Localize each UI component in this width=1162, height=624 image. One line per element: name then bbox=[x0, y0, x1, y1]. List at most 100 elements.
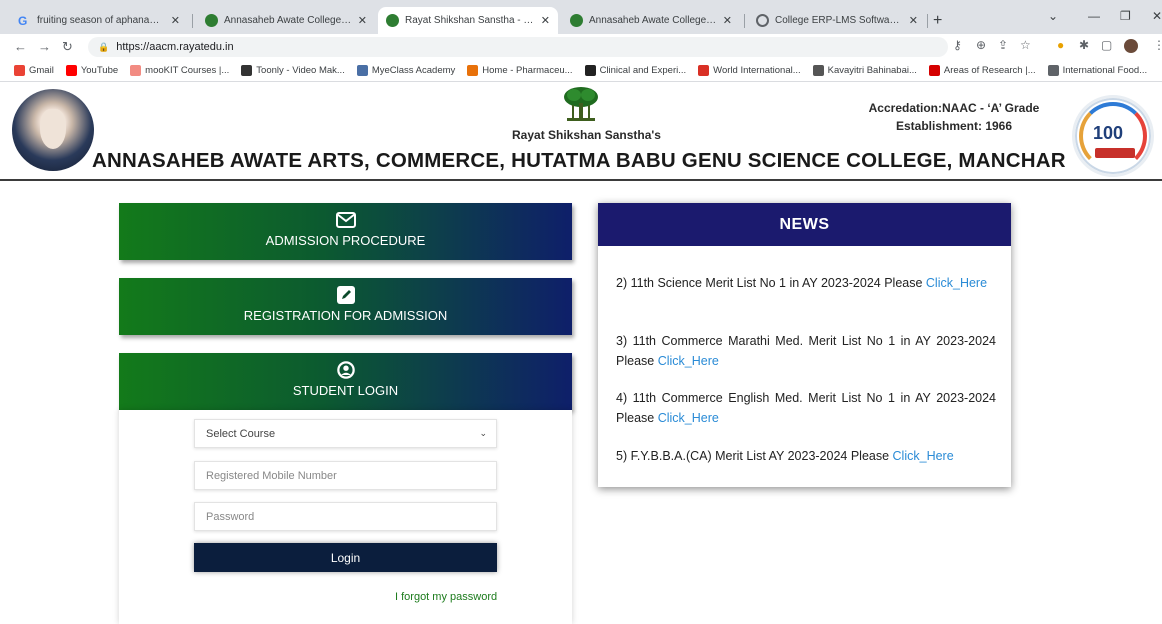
gmail-icon bbox=[14, 65, 25, 76]
bookmark-label: Home - Pharmaceu... bbox=[482, 65, 573, 76]
toonly-icon bbox=[241, 65, 253, 76]
restore-icon[interactable]: ❐ bbox=[1120, 9, 1131, 23]
share-icon[interactable]: ⇪ bbox=[998, 38, 1008, 52]
click-here-link[interactable]: Click_Here bbox=[658, 354, 719, 368]
registration-label: REGISTRATION FOR ADMISSION bbox=[243, 308, 448, 323]
lock-icon: 🔒 bbox=[98, 41, 110, 52]
browser-tab-5[interactable]: College ERP-LMS Software :: KBP ✕ bbox=[748, 7, 926, 34]
bookmark-item[interactable]: Areas of Research |... bbox=[928, 65, 1036, 76]
tab-separator bbox=[927, 14, 928, 28]
close-tab-icon[interactable]: ✕ bbox=[541, 14, 550, 27]
pharma-icon bbox=[467, 65, 479, 76]
bookmark-label: International Food... bbox=[1062, 65, 1148, 76]
extensions-puzzle-icon[interactable]: ✱ bbox=[1079, 38, 1089, 52]
url-input[interactable]: 🔒 https://aacm.rayatedu.in bbox=[88, 37, 948, 57]
bookmarks-bar: Gmail YouTube mooKIT Courses |... Toonly - … bbox=[0, 60, 1162, 82]
kavayitri-icon bbox=[812, 65, 824, 76]
tab-search-icon[interactable]: ⌄ bbox=[1048, 9, 1058, 23]
password-placeholder: Password bbox=[206, 510, 255, 523]
click-here-link[interactable]: Click_Here bbox=[893, 449, 954, 463]
admission-procedure-label: ADMISSION PROCEDURE bbox=[265, 233, 426, 248]
tab-title: Rayat Shikshan Sanstha - Satara bbox=[405, 15, 535, 26]
registration-for-admission-button[interactable]: REGISTRATION FOR ADMISSION bbox=[119, 278, 572, 335]
browser-tab-2[interactable]: Annasaheb Awate College | Man ✕ bbox=[197, 7, 375, 34]
close-tab-icon[interactable]: ✕ bbox=[723, 14, 732, 27]
admission-procedure-button[interactable]: ADMISSION PROCEDURE bbox=[119, 203, 572, 260]
edit-pencil-icon bbox=[336, 286, 355, 304]
google-icon: G bbox=[18, 14, 28, 28]
bookmark-item[interactable]: YouTube bbox=[65, 65, 119, 76]
password-field[interactable]: Password bbox=[194, 502, 497, 531]
tab-separator bbox=[192, 14, 193, 28]
new-tab-icon[interactable]: + bbox=[933, 12, 942, 30]
reload-icon[interactable]: ↻ bbox=[62, 39, 73, 55]
course-select-value: Select Course bbox=[206, 427, 276, 440]
bookmark-label: mooKIT Courses |... bbox=[145, 65, 230, 76]
site-header: Rayat Shikshan Sanstha's Accredation:NAA… bbox=[0, 83, 1162, 180]
bookmark-item[interactable]: World International... bbox=[698, 65, 801, 76]
login-button[interactable]: Login bbox=[194, 543, 497, 572]
tree-favicon-icon bbox=[570, 14, 583, 27]
chevron-down-icon: ⌄ bbox=[479, 428, 487, 438]
bookmark-label: Gmail bbox=[29, 65, 54, 76]
bookmark-label: Kavayitri Bahinabai... bbox=[827, 65, 917, 76]
bookmark-label: Areas of Research |... bbox=[943, 65, 1036, 76]
bookmark-item[interactable]: Kavayitri Bahinabai... bbox=[812, 65, 917, 76]
password-key-icon[interactable]: ⚷ bbox=[953, 38, 962, 52]
bookmark-item[interactable]: MyeClass Academy bbox=[356, 65, 456, 76]
news-item-text: 5) F.Y.B.B.A.(CA) Merit List AY 2023-202… bbox=[616, 449, 893, 463]
browser-tab-1[interactable]: G fruiting season of aphanamixis p ✕ bbox=[10, 7, 188, 34]
close-tab-icon[interactable]: ✕ bbox=[909, 14, 918, 27]
college-name: ANNASAHEB AWATE ARTS, COMMERCE, HUTATMA … bbox=[92, 149, 1066, 172]
mobile-number-placeholder: Registered Mobile Number bbox=[206, 469, 337, 482]
bookmark-item[interactable]: mooKIT Courses |... bbox=[130, 65, 229, 76]
tab-title: Annasaheb Awate College | Man bbox=[589, 15, 717, 26]
bookmark-item[interactable]: Gmail bbox=[14, 65, 54, 76]
profile-avatar[interactable] bbox=[1124, 39, 1138, 53]
course-select[interactable]: Select Course ⌄ bbox=[194, 419, 497, 448]
zoom-icon[interactable]: ⊕ bbox=[976, 38, 986, 52]
extension-icon[interactable]: ● bbox=[1057, 38, 1064, 52]
badge-number: 100 bbox=[1093, 123, 1124, 143]
bookmark-label: MyeClass Academy bbox=[371, 65, 456, 76]
mobile-number-field[interactable]: Registered Mobile Number bbox=[194, 461, 497, 490]
sanstha-name: Rayat Shikshan Sanstha's bbox=[512, 128, 661, 142]
address-bar-row: ← → ↻ 🔒 https://aacm.rayatedu.in bbox=[0, 34, 1162, 60]
side-panel-icon[interactable]: ▢ bbox=[1101, 38, 1112, 52]
bookmark-label: YouTube bbox=[80, 65, 119, 76]
bookmark-item[interactable]: Toonly - Video Mak... bbox=[241, 65, 345, 76]
forward-icon[interactable]: → bbox=[38, 39, 51, 54]
click-here-link[interactable]: Click_Here bbox=[926, 276, 987, 290]
tab-separator bbox=[744, 14, 745, 28]
news-item: 2) 11th Science Merit List No 1 in AY 20… bbox=[616, 273, 996, 293]
establishment-text: Establishment: 1966 bbox=[895, 119, 1013, 133]
bookmark-item[interactable]: Home - Pharmaceu... bbox=[467, 65, 573, 76]
bookmark-item[interactable]: International Food... bbox=[1047, 65, 1148, 76]
minimize-icon[interactable]: — bbox=[1088, 9, 1100, 23]
tree-favicon-icon bbox=[205, 14, 218, 27]
browser-tab-3-active[interactable]: Rayat Shikshan Sanstha - Satara ✕ bbox=[378, 7, 558, 34]
close-tab-icon[interactable]: ✕ bbox=[358, 14, 367, 27]
tab-title: fruiting season of aphanamixis p bbox=[37, 15, 165, 26]
banyan-tree-logo-icon bbox=[564, 87, 598, 121]
globe-icon bbox=[1047, 65, 1059, 76]
browser-tab-4[interactable]: Annasaheb Awate College | Man ✕ bbox=[562, 7, 740, 34]
forgot-password-link[interactable]: I forgot my password bbox=[395, 591, 497, 603]
news-item-text: 2) 11th Science Merit List No 1 in AY 20… bbox=[616, 276, 926, 290]
bookmark-label: World International... bbox=[713, 65, 801, 76]
more-menu-icon[interactable]: ⋮ bbox=[1153, 38, 1162, 52]
news-item: 5) F.Y.B.B.A.(CA) Merit List AY 2023-202… bbox=[616, 446, 996, 466]
back-icon[interactable]: ← bbox=[14, 39, 27, 54]
bookmark-item[interactable]: Clinical and Experi... bbox=[584, 65, 687, 76]
tree-favicon-icon bbox=[386, 14, 399, 27]
bookmark-label: Toonly - Video Mak... bbox=[256, 65, 345, 76]
centenary-badge-logo: 100 bbox=[1072, 95, 1154, 177]
accreditation-text: Accredation:NAAC - ‘A’ Grade bbox=[868, 101, 1040, 115]
close-window-icon[interactable]: ✕ bbox=[1152, 9, 1162, 23]
tab-title: Annasaheb Awate College | Man bbox=[224, 15, 352, 26]
bookmark-star-icon[interactable]: ☆ bbox=[1020, 38, 1031, 52]
student-login-button[interactable]: STUDENT LOGIN bbox=[119, 353, 572, 410]
close-tab-icon[interactable]: ✕ bbox=[171, 14, 180, 27]
bookmark-label: Clinical and Experi... bbox=[599, 65, 687, 76]
click-here-link[interactable]: Click_Here bbox=[658, 411, 719, 425]
